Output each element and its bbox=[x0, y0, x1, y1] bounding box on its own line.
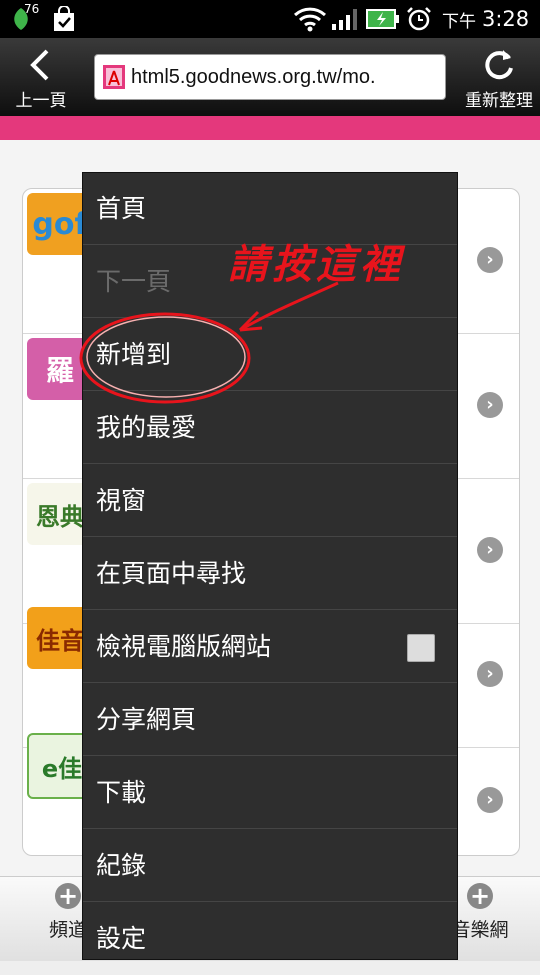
menu-item-bookmarks[interactable]: 我的最愛 bbox=[83, 392, 457, 464]
chevron-right-icon[interactable]: › bbox=[477, 247, 503, 273]
menu-item-label: 下載 bbox=[96, 778, 147, 807]
menu-item-label: 下一頁 bbox=[96, 267, 172, 296]
bottom-nav-label: 音樂網 bbox=[451, 919, 509, 941]
annotation-text: 請按這裡 bbox=[228, 241, 404, 288]
browser-toolbar: 上一頁 html5.goodnews.org.tw/mo. 重新整理 bbox=[0, 38, 540, 116]
menu-item-label: 檢視電腦版網站 bbox=[96, 632, 272, 661]
menu-item-label: 設定 bbox=[96, 924, 147, 953]
chevron-right-icon[interactable]: › bbox=[477, 661, 503, 687]
chevron-right-icon[interactable]: › bbox=[477, 537, 503, 563]
logo-text: e佳 bbox=[41, 754, 83, 783]
clock-time: 3:28 bbox=[482, 7, 530, 31]
menu-item-label: 新增到 bbox=[96, 340, 172, 369]
logo-text: 羅 bbox=[45, 354, 74, 387]
battery-percent: 76 bbox=[24, 2, 40, 16]
time-prefix: 下午 bbox=[442, 11, 476, 32]
site-favicon-icon bbox=[103, 65, 125, 89]
battery-charging-icon bbox=[366, 0, 400, 38]
menu-item-find-on-page[interactable]: 在頁面中尋找 bbox=[83, 538, 457, 610]
menu-item-windows[interactable]: 視窗 bbox=[83, 465, 457, 537]
status-bar: 76 下午 3:28 bbox=[0, 0, 540, 38]
signal-icon bbox=[330, 0, 362, 38]
menu-item-label: 視窗 bbox=[96, 486, 147, 515]
shopping-bag-icon bbox=[50, 0, 78, 38]
wifi-icon bbox=[292, 0, 328, 38]
back-button[interactable]: 上一頁 bbox=[0, 38, 82, 116]
refresh-icon bbox=[485, 50, 513, 80]
menu-item-history[interactable]: 紀錄 bbox=[83, 830, 457, 902]
options-menu: 首頁 下一頁 新增到 我的最愛 視窗 在頁面中尋找 檢視電腦版網站 分享網頁 下… bbox=[82, 172, 458, 960]
alarm-icon bbox=[404, 0, 434, 38]
menu-item-label: 我的最愛 bbox=[96, 413, 197, 442]
menu-item-desktop-site[interactable]: 檢視電腦版網站 bbox=[83, 611, 457, 683]
desktop-site-checkbox[interactable] bbox=[407, 634, 435, 662]
page-header-band bbox=[0, 116, 540, 140]
menu-item-label: 首頁 bbox=[96, 194, 147, 223]
chevron-right-icon[interactable]: › bbox=[477, 787, 503, 813]
url-text: html5.goodnews.org.tw/mo. bbox=[131, 66, 376, 88]
menu-item-label: 紀錄 bbox=[96, 851, 147, 880]
menu-item-downloads[interactable]: 下載 bbox=[83, 757, 457, 829]
plus-icon: + bbox=[55, 883, 81, 909]
refresh-label: 重新整理 bbox=[465, 91, 533, 111]
menu-item-label: 分享網頁 bbox=[96, 705, 197, 734]
chevron-right-icon[interactable]: › bbox=[477, 392, 503, 418]
url-bar[interactable]: html5.goodnews.org.tw/mo. bbox=[94, 54, 446, 100]
menu-item-label: 在頁面中尋找 bbox=[96, 559, 247, 588]
refresh-button[interactable]: 重新整理 bbox=[458, 38, 540, 116]
back-label: 上一頁 bbox=[15, 91, 67, 111]
logo-text: 恩典 bbox=[36, 502, 84, 531]
menu-item-share-page[interactable]: 分享網頁 bbox=[83, 684, 457, 756]
logo-text: gof bbox=[32, 206, 88, 242]
back-arrow-icon bbox=[30, 49, 49, 81]
menu-item-settings[interactable]: 設定 bbox=[83, 903, 457, 975]
plus-icon: + bbox=[467, 883, 493, 909]
menu-item-add-to[interactable]: 新增到 bbox=[83, 319, 457, 391]
logo-text: 佳音 bbox=[36, 626, 84, 655]
